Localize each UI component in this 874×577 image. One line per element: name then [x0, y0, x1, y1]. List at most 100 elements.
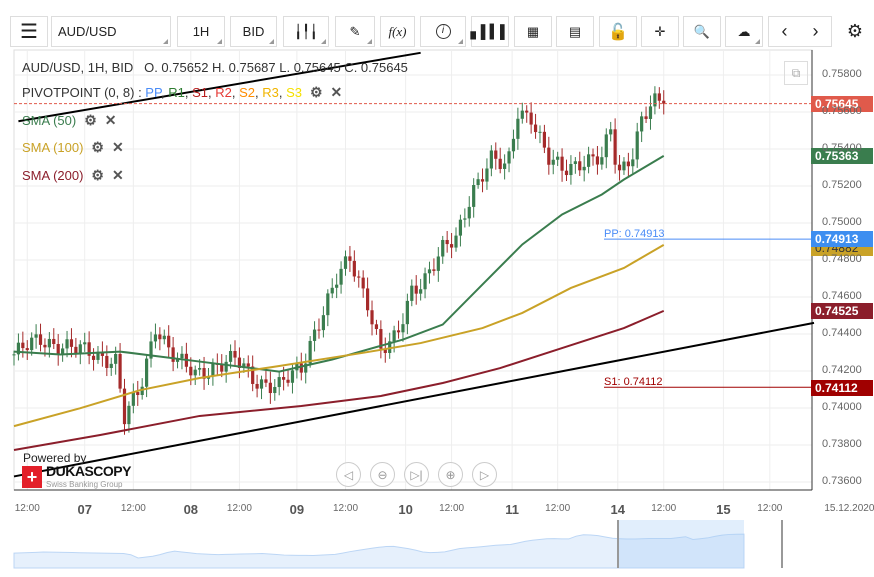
chart-type-button[interactable]: ╽╿╽ [283, 16, 329, 47]
candle-body [631, 159, 635, 167]
candle-body [604, 134, 608, 158]
candle-body [560, 156, 564, 171]
pivot-items: PP, R1, S1, R2, S2, R3, S3 [145, 85, 302, 100]
pivot-colon: : [134, 85, 146, 100]
history-nav[interactable]: ‹ › [768, 16, 832, 47]
swiss-cross-logo: + [22, 466, 42, 488]
candle-body [348, 256, 352, 261]
candle-body [47, 338, 51, 348]
pp-line-label: PP: 0.74913 [604, 228, 665, 240]
candle-body [578, 161, 582, 171]
x-tick-label: 12:00 [14, 503, 40, 514]
candle-body [587, 154, 591, 167]
upload-button[interactable]: ☁ [725, 16, 763, 47]
candle-body [352, 260, 356, 277]
candle-body [503, 163, 507, 169]
prev-icon[interactable]: ‹ [782, 21, 788, 42]
close-icon[interactable]: ✕ [105, 112, 117, 129]
candle-body [423, 273, 427, 290]
pivot-item-r2: R2 [215, 85, 232, 100]
lock-button[interactable]: 🔓 [599, 16, 637, 47]
gear-icon[interactable]: ⚙ [310, 84, 323, 101]
popout-icon[interactable]: ⧉ [784, 61, 808, 85]
sma-50-legend: SMA (50) ⚙ ✕ [22, 112, 116, 129]
x-tick-label: 12:00 [120, 503, 146, 514]
s1-line-label: S1: 0.74112 [604, 376, 663, 388]
close-icon[interactable]: ✕ [331, 84, 343, 101]
info-icon: i [435, 24, 451, 39]
candle-body [74, 346, 78, 354]
zoom-out-button[interactable]: ⊖ [370, 462, 395, 487]
y-tick-label: 0.73800 [822, 438, 862, 450]
gear-icon[interactable]: ⚙ [91, 139, 104, 156]
zoom-in-button[interactable]: ⊕ [438, 462, 463, 487]
candle-body [436, 256, 440, 271]
info-button[interactable]: i [420, 16, 466, 47]
x-tick-label: 07 [77, 502, 92, 517]
menu-button[interactable]: ☰ [10, 16, 48, 47]
x-tick-label: 15.12.2020 [824, 503, 874, 514]
sma-100-legend: SMA (100) ⚙ ✕ [22, 139, 124, 156]
side-select[interactable]: BID [230, 16, 277, 47]
candle-body [538, 131, 542, 133]
next-icon[interactable]: › [813, 21, 819, 42]
close-icon[interactable]: ✕ [112, 139, 124, 156]
candle-body [220, 364, 224, 372]
candle-body [551, 159, 555, 165]
ohlc-legend: AUD/USD, 1H, BID O. 0.75652 H. 0.75687 L… [22, 60, 408, 75]
y-tick-label: 0.75200 [822, 179, 862, 191]
volume-bars-icon: ▖▌▍▌ [470, 23, 510, 39]
calendar-button[interactable]: ▦ [514, 16, 552, 47]
side-value: BID [242, 24, 265, 39]
candle-body [396, 330, 401, 333]
zoom-chart-button[interactable]: 🔍 [683, 16, 721, 47]
pan-left-icon: ◁ [343, 467, 354, 482]
volume-button[interactable]: ▖▌▍▌ [471, 16, 509, 47]
candle-body [613, 129, 617, 165]
crosshair-button[interactable]: ✛ [641, 16, 679, 47]
pan-left-button[interactable]: ◁ [336, 462, 361, 487]
period-select[interactable]: 1H [177, 16, 225, 47]
candle-body [273, 387, 277, 394]
candle-body [299, 363, 303, 373]
go-latest-button[interactable]: ▷| [404, 462, 429, 487]
candle-body [644, 116, 648, 119]
x-tick-label: 12:00 [439, 503, 465, 514]
y-tick-label: 0.74200 [822, 364, 862, 376]
gear-icon[interactable]: ⚙ [91, 167, 104, 184]
settings-button[interactable]: ⚙ [840, 16, 870, 47]
brand-name: DUKASCOPY [46, 463, 131, 479]
instrument-select[interactable]: AUD/USD [51, 16, 171, 47]
sma-label: SMA (200) [22, 168, 84, 183]
indicators-button[interactable]: f(x) [380, 16, 415, 47]
candle-body [25, 348, 29, 351]
x-tick-label: 15 [716, 502, 731, 517]
report-button[interactable]: ▤ [556, 16, 594, 47]
candle-body [626, 161, 630, 167]
candle-body [343, 256, 348, 269]
sma-label: SMA (50) [22, 113, 77, 128]
navigator-window[interactable] [618, 520, 744, 568]
pivot-item-s3: S3 [286, 85, 302, 100]
drawing-button[interactable]: ✎ [335, 16, 375, 47]
candle-body [494, 150, 498, 159]
x-tick-label: 12:00 [226, 503, 252, 514]
function-icon: f(x) [388, 23, 407, 39]
candle-body [114, 353, 118, 364]
sma-200-legend: SMA (200) ⚙ ✕ [22, 167, 124, 184]
candle-body [472, 185, 476, 207]
x-tick-label: 12:00 [757, 503, 783, 514]
gear-icon[interactable]: ⚙ [84, 112, 97, 129]
candle-body [268, 382, 272, 394]
candle-body [520, 110, 524, 119]
pivot-item-r1: R1 [168, 85, 185, 100]
x-tick-label: 12:00 [332, 503, 359, 514]
pan-right-button[interactable]: ▷ [472, 462, 497, 487]
candle-body [180, 353, 184, 359]
candle-body [246, 363, 250, 367]
x-tick-label: 08 [183, 502, 199, 517]
candle-body [414, 285, 418, 294]
close-icon[interactable]: ✕ [112, 167, 124, 184]
candle-body [158, 334, 162, 340]
calendar-icon: ▦ [526, 23, 540, 39]
